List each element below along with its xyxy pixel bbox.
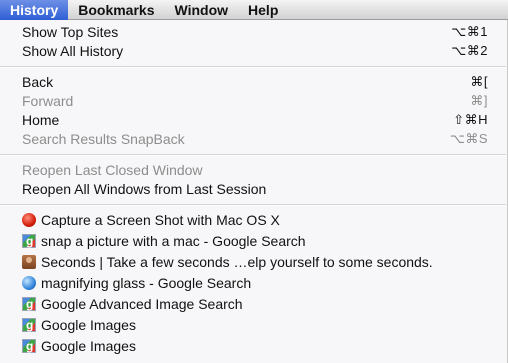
history-item[interactable]: Capture a Screen Shot with Mac OS X [0, 210, 506, 230]
history-item-label: snap a picture with a mac - Google Searc… [41, 233, 306, 249]
home-item[interactable]: Home ⇧⌘H [0, 110, 506, 130]
history-item-label: Google Advanced Image Search [41, 296, 243, 312]
history-item[interactable]: Google Images [0, 315, 506, 335]
google-icon [22, 315, 36, 335]
history-item[interactable]: snap a picture with a mac - Google Searc… [0, 231, 506, 251]
menu-item-label: Forward [22, 93, 74, 109]
menu-item-label: Home [22, 112, 60, 128]
menu-item-label: Show All History [22, 43, 124, 59]
menu-separator [0, 154, 506, 156]
history-item-label: Google Images [41, 338, 136, 354]
google-icon [22, 336, 36, 356]
show-top-sites-item[interactable]: Show Top Sites ⌥⌘1 [0, 22, 506, 42]
menu-item-label: Back [22, 74, 54, 90]
globe-icon [22, 276, 36, 290]
history-dropdown-menu: Show Top Sites ⌥⌘1 Show All History ⌥⌘2 … [0, 20, 508, 363]
history-item-label: Google Images [41, 317, 136, 333]
search-results-snapback-item: Search Results SnapBack ⌥⌘S [0, 129, 506, 149]
history-item-label: magnifying glass - Google Search [41, 275, 252, 291]
menu-separator [0, 66, 506, 68]
shortcut-label: ⌥⌘1 [451, 24, 488, 39]
person-icon [22, 255, 36, 269]
menu-item-label: Search Results SnapBack [22, 131, 185, 147]
forward-item: Forward ⌘] [0, 91, 506, 111]
shortcut-label: ⌥⌘S [449, 131, 488, 146]
shortcut-label: ⌘] [470, 93, 488, 108]
red-circle-icon [22, 213, 36, 227]
reopen-all-windows-item[interactable]: Reopen All Windows from Last Session [0, 179, 506, 199]
history-item-label: Seconds | Take a few seconds …elp yourse… [41, 254, 433, 270]
shortcut-label: ⌘[ [470, 74, 488, 89]
history-item-label: Capture a Screen Shot with Mac OS X [41, 212, 280, 228]
reopen-last-closed-window-item: Reopen Last Closed Window [0, 160, 506, 180]
menu-bookmarks[interactable]: Bookmarks [68, 0, 164, 20]
menu-help[interactable]: Help [238, 0, 288, 20]
back-item[interactable]: Back ⌘[ [0, 72, 506, 92]
menu-item-label: Show Top Sites [22, 24, 119, 40]
history-item[interactable]: Seconds | Take a few seconds …elp yourse… [0, 252, 506, 272]
shortcut-label: ⌥⌘2 [451, 43, 488, 58]
history-item[interactable]: Google Advanced Image Search [0, 294, 506, 314]
menu-history[interactable]: History [0, 0, 69, 20]
menu-item-label: Reopen Last Closed Window [22, 162, 203, 178]
menu-separator [0, 204, 506, 206]
menu-bar: History Bookmarks Window Help [0, 0, 508, 20]
menu-window[interactable]: Window [165, 0, 239, 20]
google-icon [22, 294, 36, 314]
shortcut-label: ⇧⌘H [453, 112, 488, 127]
google-icon [22, 231, 36, 251]
history-item[interactable]: magnifying glass - Google Search [0, 273, 506, 293]
menu-item-label: Reopen All Windows from Last Session [22, 181, 267, 197]
show-all-history-item[interactable]: Show All History ⌥⌘2 [0, 41, 506, 61]
history-item[interactable]: Google Images [0, 336, 506, 356]
